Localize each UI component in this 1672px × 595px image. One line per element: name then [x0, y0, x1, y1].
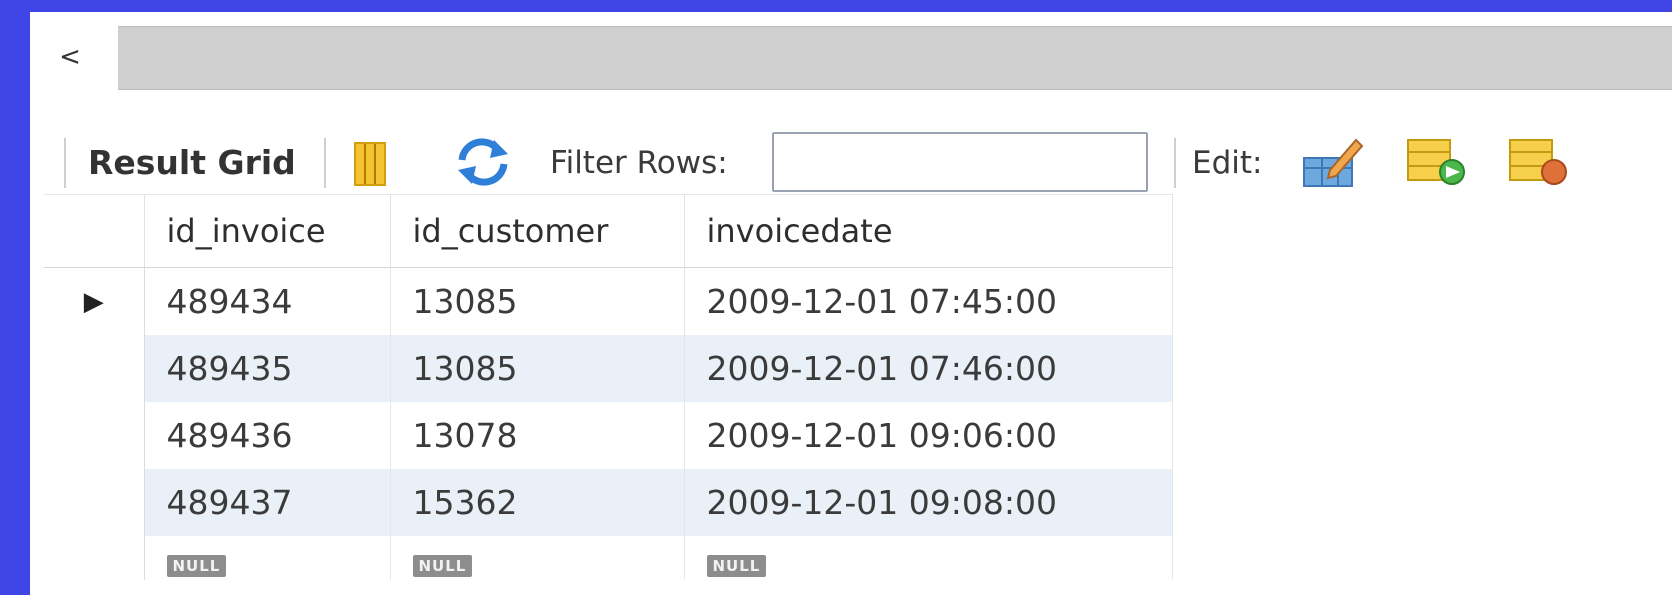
result-grid-tab[interactable]: Result Grid: [88, 140, 296, 186]
horizontal-scrollbar[interactable]: [118, 26, 1672, 90]
null-cell-invoicedate[interactable]: NULL: [684, 536, 1173, 580]
delete-row-icon[interactable]: [1508, 136, 1568, 188]
cell-invoicedate[interactable]: 2009-12-01 09:08:00: [684, 469, 1173, 536]
row-marker: [44, 335, 145, 402]
row-marker: [44, 469, 145, 536]
scroll-left-button[interactable]: <: [30, 26, 110, 88]
null-cell-id-customer[interactable]: NULL: [390, 536, 685, 580]
null-badge: NULL: [412, 555, 473, 577]
toolbar-separator: [1174, 138, 1176, 188]
row-marker-header: [44, 194, 145, 268]
new-row-marker: [44, 536, 145, 580]
cell-id-invoice[interactable]: 489434: [144, 267, 391, 335]
table-row[interactable]: 489435 13085 2009-12-01 07:46:00: [44, 335, 1173, 402]
result-grid-table: id_invoice id_customer invoicedate ▶ 489…: [44, 194, 1173, 580]
edit-label: Edit:: [1192, 145, 1263, 181]
table-row[interactable]: 489437 15362 2009-12-01 09:08:00: [44, 469, 1173, 536]
new-row[interactable]: NULL NULL NULL: [44, 536, 1173, 580]
cell-id-invoice[interactable]: 489435: [144, 335, 391, 402]
column-header-id-invoice[interactable]: id_invoice: [144, 194, 391, 268]
refresh-icon[interactable]: [454, 136, 512, 188]
cell-id-customer[interactable]: 15362: [390, 469, 685, 536]
header-row: id_invoice id_customer invoicedate: [44, 194, 1173, 268]
result-window: < Result Grid Filter Rows: Edit: id_invo…: [30, 12, 1672, 595]
table-row[interactable]: 489436 13078 2009-12-01 09:06:00: [44, 402, 1173, 469]
table-row[interactable]: ▶ 489434 13085 2009-12-01 07:45:00: [44, 267, 1173, 335]
toolbar-separator: [64, 138, 66, 188]
row-marker: [44, 402, 145, 469]
null-badge: NULL: [706, 555, 767, 577]
grid-layout-icon[interactable]: [354, 142, 386, 186]
filter-rows-label: Filter Rows:: [550, 145, 728, 181]
cell-id-customer[interactable]: 13085: [390, 335, 685, 402]
column-header-id-customer[interactable]: id_customer: [390, 194, 685, 268]
cell-id-customer[interactable]: 13078: [390, 402, 685, 469]
add-row-icon[interactable]: [1406, 136, 1466, 188]
column-header-invoicedate[interactable]: invoicedate: [684, 194, 1173, 268]
current-row-arrow-icon: ▶: [44, 267, 145, 335]
null-badge: NULL: [166, 555, 227, 577]
cell-invoicedate[interactable]: 2009-12-01 07:45:00: [684, 267, 1173, 335]
toolbar-separator: [324, 138, 326, 188]
result-toolbar: Result Grid Filter Rows: Edit:: [30, 108, 1672, 208]
null-cell-id-invoice[interactable]: NULL: [144, 536, 391, 580]
cell-id-customer[interactable]: 13085: [390, 267, 685, 335]
edit-cell-icon[interactable]: [1300, 134, 1364, 190]
cell-invoicedate[interactable]: 2009-12-01 09:06:00: [684, 402, 1173, 469]
cell-id-invoice[interactable]: 489436: [144, 402, 391, 469]
cell-invoicedate[interactable]: 2009-12-01 07:46:00: [684, 335, 1173, 402]
cell-id-invoice[interactable]: 489437: [144, 469, 391, 536]
filter-rows-input[interactable]: [772, 132, 1148, 192]
